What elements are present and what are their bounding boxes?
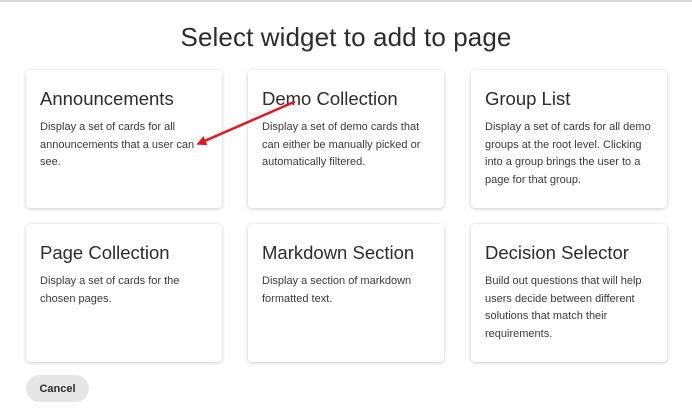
widget-card-description: Display a set of cards for all demo grou… [485,121,651,186]
widget-card-description: Display a set of cards for all announcem… [40,121,195,168]
dialog-title: Select widget to add to page [180,22,512,52]
widget-card-title: Page Collection [40,242,170,263]
widget-card-title: Demo Collection [262,88,398,109]
widget-card-demo-collection[interactable]: Demo Collection Display a set of demo ca… [248,70,444,208]
widget-card-announcements[interactable]: Announcements Display a set of cards for… [26,70,222,208]
widget-card-title: Group List [485,88,571,109]
widget-card-title: Decision Selector [485,242,629,263]
widget-card-group-list[interactable]: Group List Display a set of cards for al… [471,70,667,208]
widget-card-markdown-section[interactable]: Markdown Section Display a section of ma… [248,224,444,362]
widget-card-description: Build out questions that will help users… [485,275,642,340]
widget-card-page-collection[interactable]: Page Collection Display a set of cards f… [26,224,222,362]
widget-card-description: Display a section of markdown formatted … [262,275,412,305]
cancel-button[interactable]: Cancel [26,375,89,402]
widget-card-title: Announcements [40,88,174,109]
widget-card-description: Display a set of demo cards that can eit… [262,121,421,168]
dialog-top-border [0,0,692,2]
widget-card-decision-selector[interactable]: Decision Selector Build out questions th… [471,224,667,362]
widget-card-title: Markdown Section [262,242,415,263]
widget-grid: Announcements Display a set of cards for… [26,70,668,362]
widget-card-description: Display a set of cards for the chosen pa… [40,275,180,305]
